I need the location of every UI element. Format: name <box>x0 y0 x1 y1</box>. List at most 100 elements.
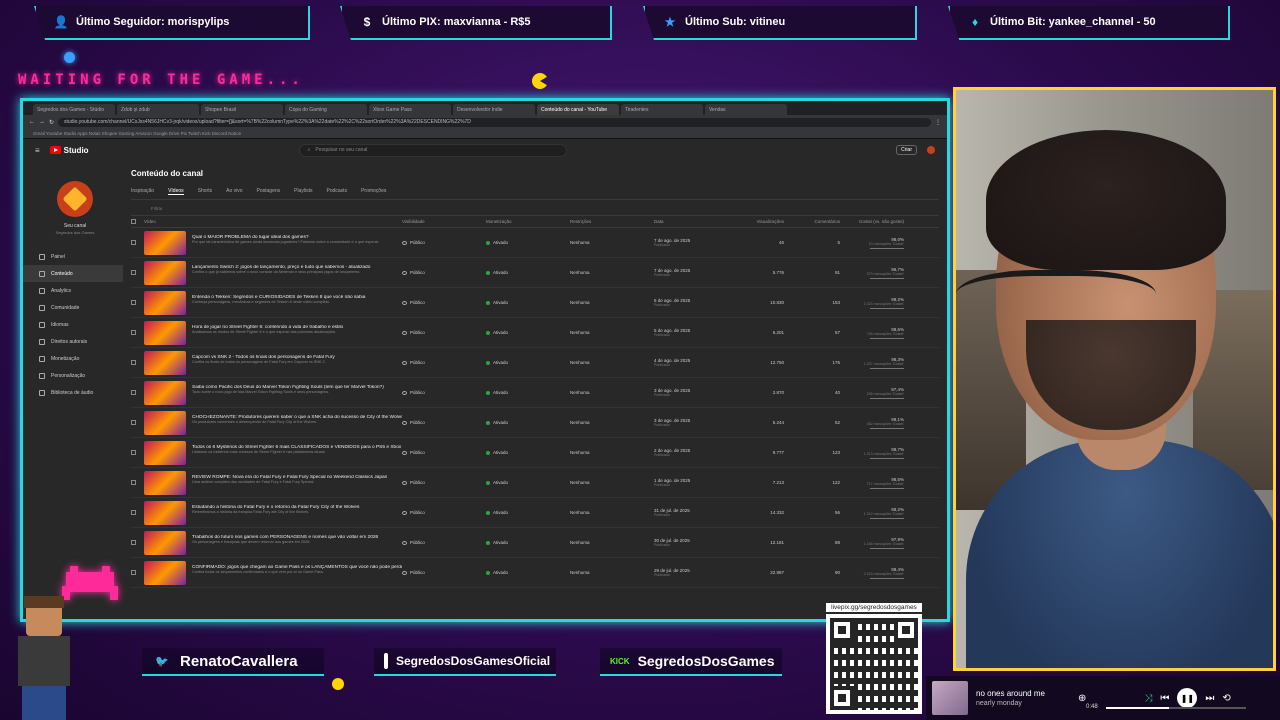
monetization-cell[interactable]: Ativado <box>486 570 570 575</box>
visibility-cell[interactable]: Público <box>402 360 486 365</box>
table-row[interactable]: Entenda o Tekken: Segredos e CURIOSIDADE… <box>131 288 939 318</box>
video-info[interactable]: Hora de jogar no Street Fighter 6: confe… <box>192 325 402 340</box>
video-thumbnail[interactable] <box>144 560 186 585</box>
visibility-cell[interactable]: Público <box>402 420 486 425</box>
sidebar-item-dashboard[interactable]: Painel <box>23 248 123 265</box>
row-checkbox[interactable] <box>131 540 136 545</box>
shuffle-icon[interactable]: ⤨ <box>1144 693 1152 704</box>
visibility-cell[interactable]: Público <box>402 570 486 575</box>
video-thumbnail[interactable] <box>144 440 186 465</box>
video-info[interactable]: CONFIRMADO: jogos que chegam ao Game Pas… <box>192 565 402 580</box>
visibility-cell[interactable]: Público <box>402 270 486 275</box>
sidebar-item-languages[interactable]: Idiomas <box>23 316 123 333</box>
browser-tab-active[interactable]: Conteúdo do canal - YouTube <box>537 104 619 115</box>
table-row[interactable]: Lançamento Switch 2: jogos de lançamento… <box>131 258 939 288</box>
tab-playlists[interactable]: Playlists <box>294 188 312 195</box>
row-checkbox[interactable] <box>131 570 136 575</box>
video-thumbnail[interactable] <box>144 410 186 435</box>
browser-tab[interactable]: Xbox Game Pass <box>369 104 451 115</box>
video-info[interactable]: CHOCHEZONANTE: Produtores querem saber o… <box>192 415 402 430</box>
forward-icon[interactable]: → <box>39 119 45 125</box>
monetization-cell[interactable]: Ativado <box>486 420 570 425</box>
search-input[interactable]: ⌕ Pesquisar no seu canal <box>298 143 567 157</box>
extensions-icon[interactable]: ⋮ <box>935 119 941 126</box>
tab-videos[interactable]: Vídeos <box>168 188 184 195</box>
pause-button[interactable]: ❚❚ <box>1177 688 1198 708</box>
visibility-cell[interactable]: Público <box>402 450 486 455</box>
sidebar-item-analytics[interactable]: Analytics <box>23 282 123 299</box>
tab-inspiration[interactable]: Inspiração <box>131 188 154 195</box>
monetization-cell[interactable]: Ativado <box>486 240 570 245</box>
create-button[interactable]: Criar <box>896 145 917 155</box>
table-row[interactable]: CONFIRMADO: jogos que chegam ao Game Pas… <box>131 558 939 588</box>
tab-posts[interactable]: Postagens <box>257 188 281 195</box>
url-input[interactable]: studio.youtube.com/channel/UCxJxs4N56JHC… <box>58 117 931 127</box>
repeat-icon[interactable]: ⟲ <box>1222 693 1230 704</box>
video-info[interactable]: Estudando a história do Fatal Fury e o r… <box>192 505 402 520</box>
row-checkbox[interactable] <box>131 360 136 365</box>
table-row[interactable]: Hora de jogar no Street Fighter 6: confe… <box>131 318 939 348</box>
video-thumbnail[interactable] <box>144 530 186 555</box>
video-info[interactable]: REVIEW ROMPE: Nova era do Fatal Fury e F… <box>192 475 402 490</box>
video-thumbnail[interactable] <box>144 260 186 285</box>
visibility-cell[interactable]: Público <box>402 240 486 245</box>
row-checkbox[interactable] <box>131 240 136 245</box>
visibility-cell[interactable]: Público <box>402 390 486 395</box>
table-row[interactable]: Estudando a história do Fatal Fury e o r… <box>131 498 939 528</box>
monetization-cell[interactable]: Ativado <box>486 330 570 335</box>
previous-icon[interactable]: ⏮ <box>1160 693 1169 704</box>
sidebar-item-monetization[interactable]: Monetização <box>23 350 123 367</box>
filter-input[interactable]: Filtrar <box>131 200 939 216</box>
visibility-cell[interactable]: Público <box>402 510 486 515</box>
sidebar-item-audio-library[interactable]: Biblioteca de áudio <box>23 384 123 401</box>
video-thumbnail[interactable] <box>144 320 186 345</box>
video-thumbnail[interactable] <box>144 380 186 405</box>
monetization-cell[interactable]: Ativado <box>486 480 570 485</box>
column-header[interactable]: Monetização <box>486 219 570 224</box>
video-info[interactable]: Trabalhos do futuro nos games com PERSON… <box>192 535 402 550</box>
video-info[interactable]: Capcom vs SNK 2 - Todos os finais dos pe… <box>192 355 402 370</box>
menu-icon[interactable]: ≡ <box>35 146 40 155</box>
bookmarks-bar[interactable]: Gmail Youtube Studio Apps Notas Shopee G… <box>23 129 947 139</box>
video-info[interactable]: Qual o MAIOR PROBLEMA do lugar ideal dos… <box>192 235 402 250</box>
monetization-cell[interactable]: Ativado <box>486 390 570 395</box>
reload-icon[interactable]: ↻ <box>49 119 54 126</box>
browser-tab[interactable]: Segredos dos Games - Stúdio <box>33 104 115 115</box>
video-info[interactable]: Entenda o Tekken: Segredos e CURIOSIDADE… <box>192 295 402 310</box>
column-header[interactable]: Vídeo <box>144 219 402 224</box>
next-icon[interactable]: ⏭ <box>1205 693 1214 704</box>
video-thumbnail[interactable] <box>144 290 186 315</box>
row-checkbox[interactable] <box>131 270 136 275</box>
visibility-cell[interactable]: Público <box>402 300 486 305</box>
column-header[interactable]: Restrições <box>570 219 654 224</box>
video-info[interactable]: Todos os 6 Mystérios do Street Fighter 6… <box>192 445 402 460</box>
table-row[interactable]: Todos os 6 Mystérios do Street Fighter 6… <box>131 438 939 468</box>
video-info[interactable]: Saiba como Pacific dos Deus do Marvel To… <box>192 385 402 400</box>
tab-live[interactable]: Ao vivo <box>226 188 242 195</box>
column-header[interactable]: Visibilidade <box>402 219 486 224</box>
table-row[interactable]: REVIEW ROMPE: Nova era do Fatal Fury e F… <box>131 468 939 498</box>
row-checkbox[interactable] <box>131 480 136 485</box>
visibility-cell[interactable]: Público <box>402 480 486 485</box>
sidebar-item-customization[interactable]: Personalização <box>23 367 123 384</box>
row-checkbox[interactable] <box>131 450 136 455</box>
channel-avatar[interactable] <box>57 181 93 217</box>
monetization-cell[interactable]: Ativado <box>486 510 570 515</box>
browser-tab[interactable]: Desenvolvedor Indie <box>453 104 535 115</box>
sidebar-item-content[interactable]: Conteúdo <box>23 265 123 282</box>
video-thumbnail[interactable] <box>144 470 186 495</box>
table-row[interactable]: Qual o MAIOR PROBLEMA do lugar ideal dos… <box>131 228 939 258</box>
browser-tab[interactable]: Vendas <box>705 104 787 115</box>
table-row[interactable]: CHOCHEZONANTE: Produtores querem saber o… <box>131 408 939 438</box>
studio-logo[interactable]: Studio <box>49 146 89 155</box>
monetization-cell[interactable]: Ativado <box>486 540 570 545</box>
select-all-checkbox[interactable] <box>131 219 136 224</box>
column-header[interactable]: Visualizações <box>732 219 784 224</box>
visibility-cell[interactable]: Público <box>402 540 486 545</box>
table-row[interactable]: Trabalhos do futuro nos games com PERSON… <box>131 528 939 558</box>
column-header[interactable]: Gostei (vs. não gostei) <box>840 219 904 224</box>
visibility-cell[interactable]: Público <box>402 330 486 335</box>
row-checkbox[interactable] <box>131 330 136 335</box>
table-row[interactable]: Capcom vs SNK 2 - Todos os finais dos pe… <box>131 348 939 378</box>
row-checkbox[interactable] <box>131 390 136 395</box>
